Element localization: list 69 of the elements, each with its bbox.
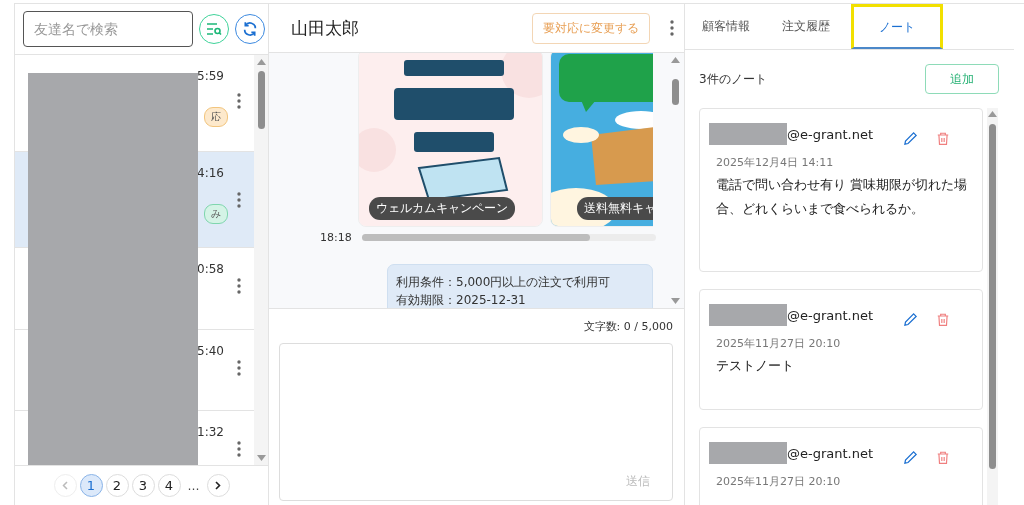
scroll-down-icon[interactable]	[671, 298, 680, 304]
more-icon[interactable]	[237, 441, 241, 457]
chat-title: 山田太郎	[291, 16, 360, 40]
delete-button[interactable]	[936, 131, 950, 146]
page-ellipsis: …	[186, 478, 201, 493]
delete-button[interactable]	[936, 450, 950, 465]
note-date: 2025年11月27日 20:10	[716, 336, 842, 351]
friend-row[interactable]: 0:58	[15, 248, 254, 330]
chevron-left-icon	[62, 481, 68, 490]
refresh-icon	[242, 21, 258, 37]
pencil-icon	[903, 131, 918, 146]
scroll-up-icon[interactable]	[671, 57, 680, 63]
friend-row[interactable]: 5:40	[15, 330, 254, 411]
card-caption: ウェルカムキャンペーン	[369, 197, 515, 220]
status-tag: み	[204, 204, 228, 224]
scroll-up-icon[interactable]	[256, 59, 266, 65]
more-icon[interactable]	[237, 192, 241, 208]
status-tag: 応	[204, 107, 228, 127]
tab[interactable]: 注文履歴	[771, 4, 841, 49]
notes-count: 3件のノート	[699, 70, 767, 88]
tab[interactable]: ノート	[851, 4, 943, 49]
message-time: 1:32	[197, 425, 224, 439]
note-date: 2025年12月4日 14:11	[716, 155, 835, 170]
campaign-card[interactable]: ウェルカムキャンペーン	[358, 53, 543, 227]
message-time: 18:18	[320, 231, 352, 244]
more-icon[interactable]	[237, 360, 241, 376]
scroll-down-icon[interactable]	[256, 455, 266, 461]
note-author: @e-grant.net	[709, 442, 885, 464]
previous-page-button[interactable]	[53, 474, 77, 497]
scrollbar-thumb[interactable]	[257, 71, 265, 129]
filter-button[interactable]	[199, 14, 229, 44]
search-field[interactable]: 友達名で検索	[23, 11, 193, 47]
more-icon[interactable]	[237, 278, 241, 294]
scrollbar-thumb[interactable]	[989, 124, 996, 469]
more-icon[interactable]	[237, 93, 241, 109]
pencil-icon	[903, 450, 918, 465]
trash-icon	[936, 312, 950, 327]
note-text: テストノート	[716, 357, 795, 375]
tab[interactable]: 顧客情報	[691, 4, 761, 49]
note-author: @e-grant.net	[709, 304, 885, 326]
pencil-icon	[903, 312, 918, 327]
trash-icon	[936, 450, 950, 465]
edit-button[interactable]	[903, 450, 918, 465]
message-time: 5:59	[197, 69, 224, 83]
edit-button[interactable]	[903, 131, 918, 146]
edit-button[interactable]	[903, 312, 918, 327]
note-date: 2025年11月27日 20:10	[716, 474, 842, 489]
page-button[interactable]: 3	[131, 474, 155, 497]
message-time: 4:16	[197, 166, 224, 180]
horizontal-scrollbar[interactable]	[361, 234, 656, 241]
message-time: 5:40	[197, 344, 224, 358]
note-author: @e-grant.net	[709, 123, 885, 145]
more-icon[interactable]	[670, 20, 674, 36]
page-button[interactable]: 2	[105, 474, 129, 497]
message-bubble: 利用条件：5,000円以上の注文で利用可 有効期限：2025-12-31	[387, 264, 653, 308]
next-page-button[interactable]	[206, 474, 230, 497]
page-button[interactable]: 1	[79, 474, 103, 497]
character-count: 文字数: 0 / 5,000	[583, 319, 673, 334]
trash-icon	[936, 131, 950, 146]
message-time: 0:58	[197, 262, 224, 276]
filter-search-icon	[206, 23, 222, 35]
note-text: 電話で問い合わせ有り 賞味期限が切れた場合、どれくらいまで食べられるか。	[716, 176, 968, 218]
scrollbar-thumb[interactable]	[672, 79, 679, 105]
chevron-right-icon	[215, 481, 221, 490]
delete-button[interactable]	[936, 312, 950, 327]
page-button[interactable]: 4	[157, 474, 181, 497]
scroll-up-icon[interactable]	[988, 111, 997, 117]
refresh-button[interactable]	[235, 14, 265, 44]
friend-row[interactable]: 4:16 み	[15, 152, 254, 248]
